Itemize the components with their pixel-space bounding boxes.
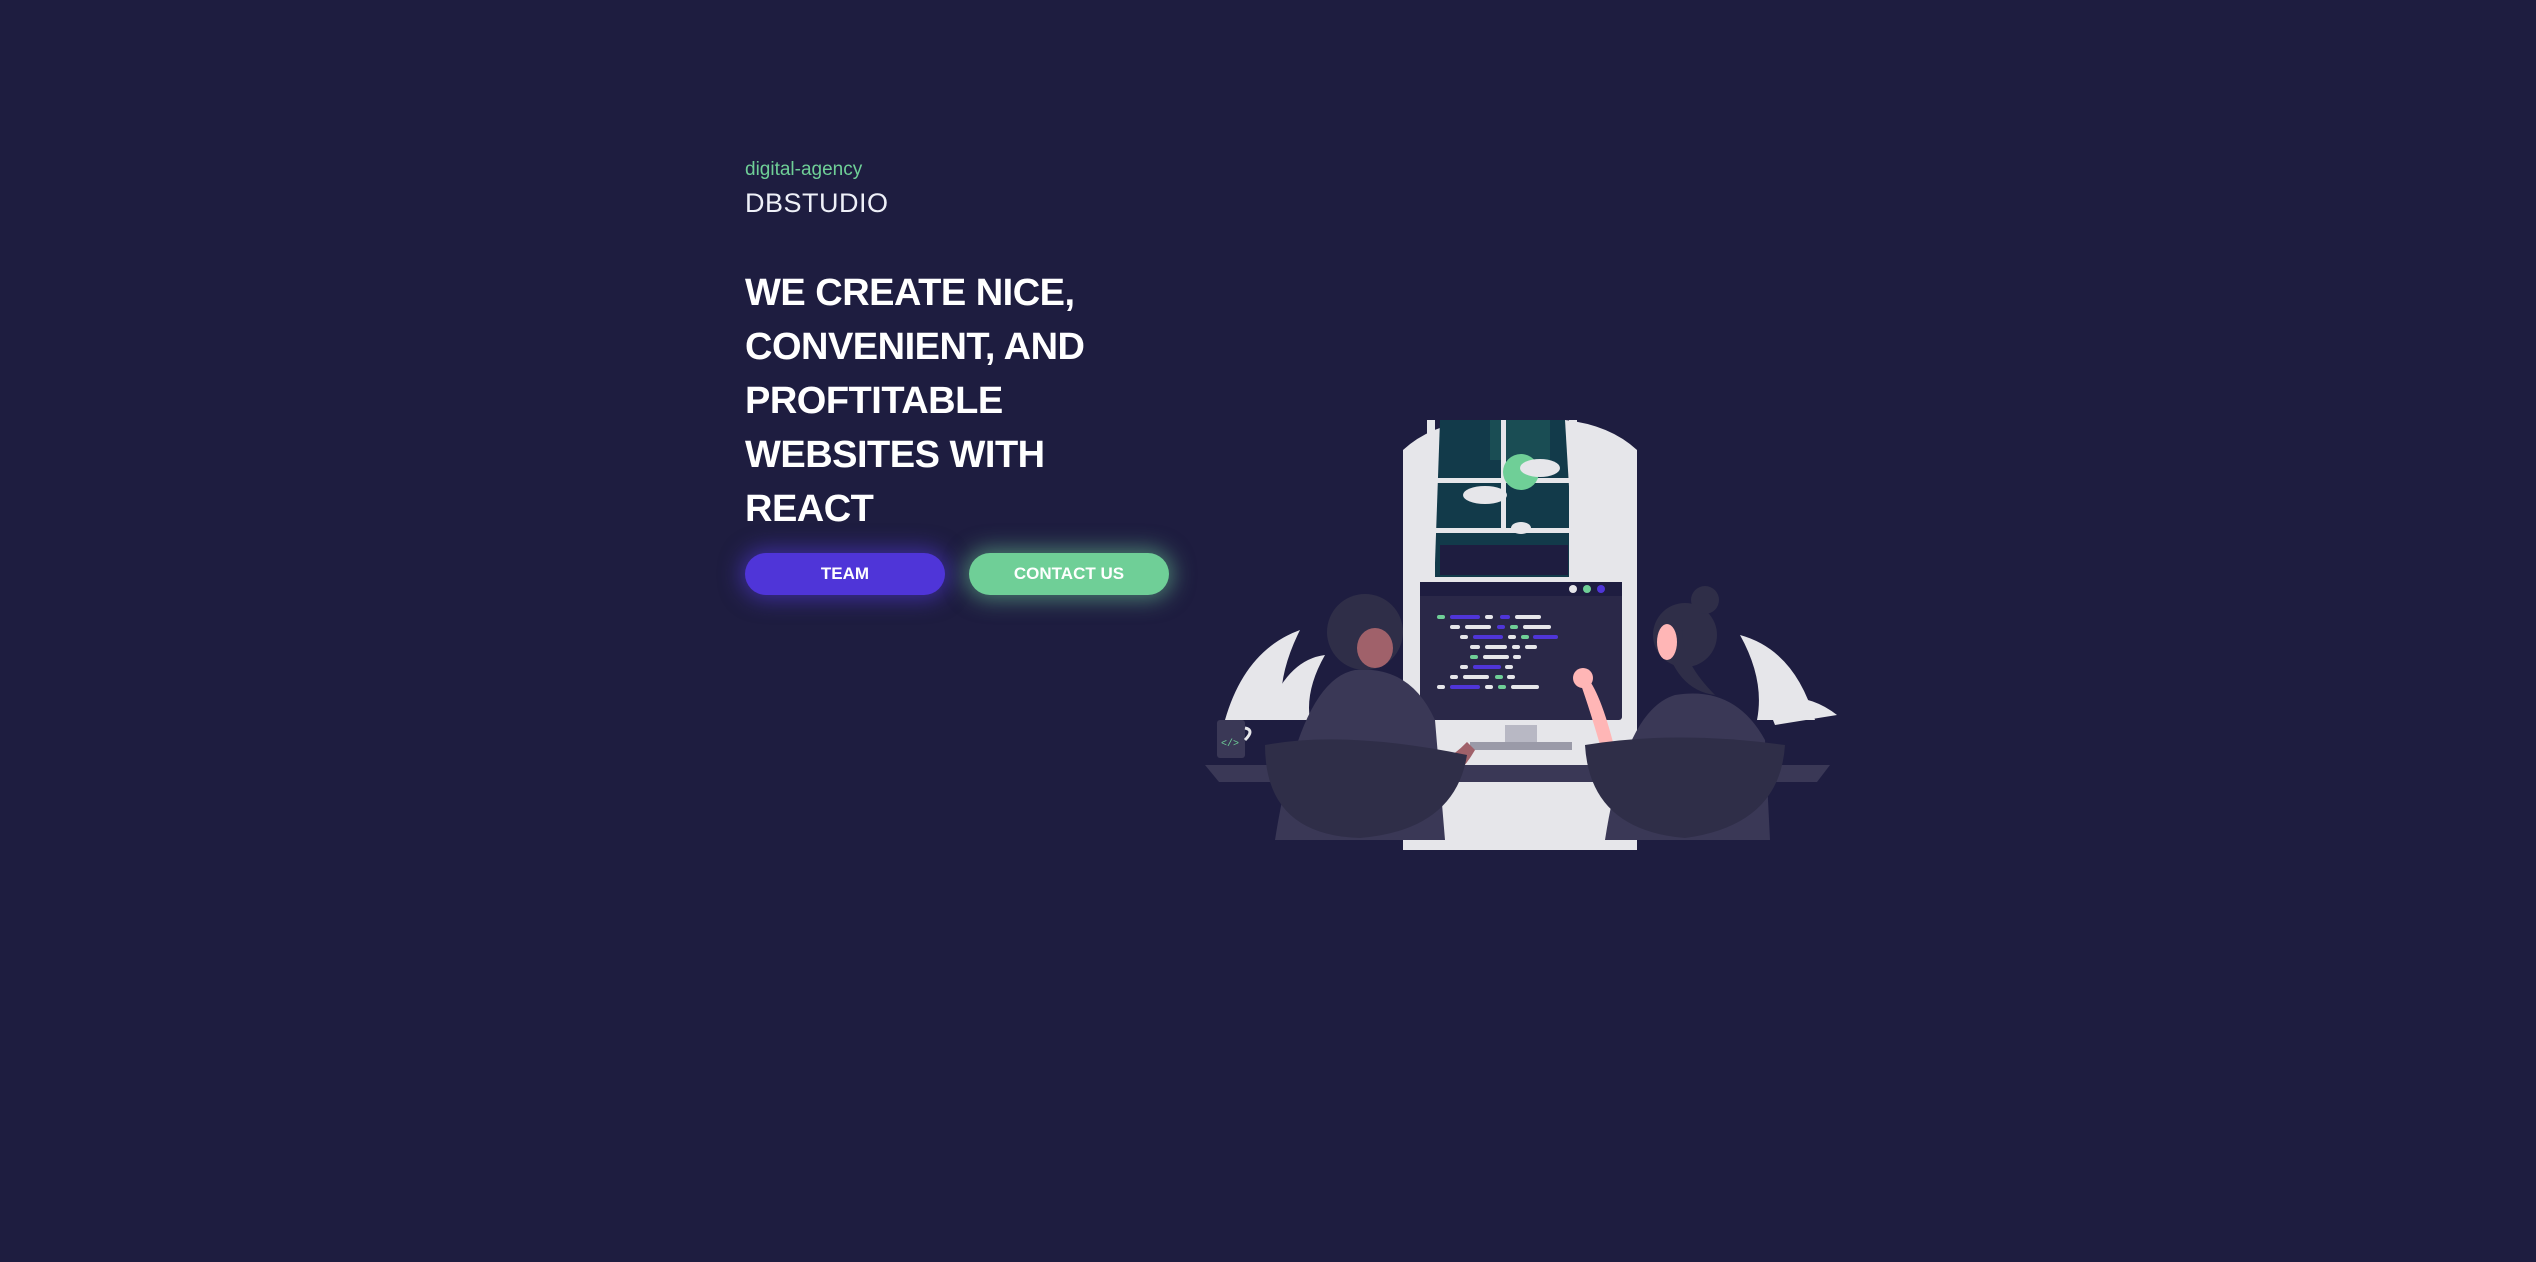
developers-at-desk-illustration: </> — [1205, 420, 1845, 850]
hero-section: digital-agency DBSTUDIO WE CREATE NICE, … — [745, 160, 1205, 536]
team-button[interactable]: TEAM — [745, 553, 945, 595]
tagline: digital-agency — [745, 159, 863, 180]
mug-label: </> — [1221, 738, 1239, 750]
contact-us-button[interactable]: CONTACT US — [969, 553, 1169, 595]
headline-line: PROFTITABLE — [745, 380, 1003, 422]
cloud-icon — [1463, 486, 1507, 504]
brand-name: DBSTUDIO — [745, 188, 889, 218]
headline-line: CONVENIENT, AND — [745, 326, 1085, 368]
headline-line: REACT — [745, 488, 874, 530]
headline-line: WE CREATE NICE, — [745, 272, 1075, 314]
headline: WE CREATE NICE, CONVENIENT, AND PROFTITA… — [745, 266, 1165, 536]
headline-line: WEBSITES WITH — [745, 434, 1045, 476]
hero-buttons: TEAM CONTACT US — [745, 553, 1169, 595]
cloud-icon — [1520, 459, 1560, 477]
